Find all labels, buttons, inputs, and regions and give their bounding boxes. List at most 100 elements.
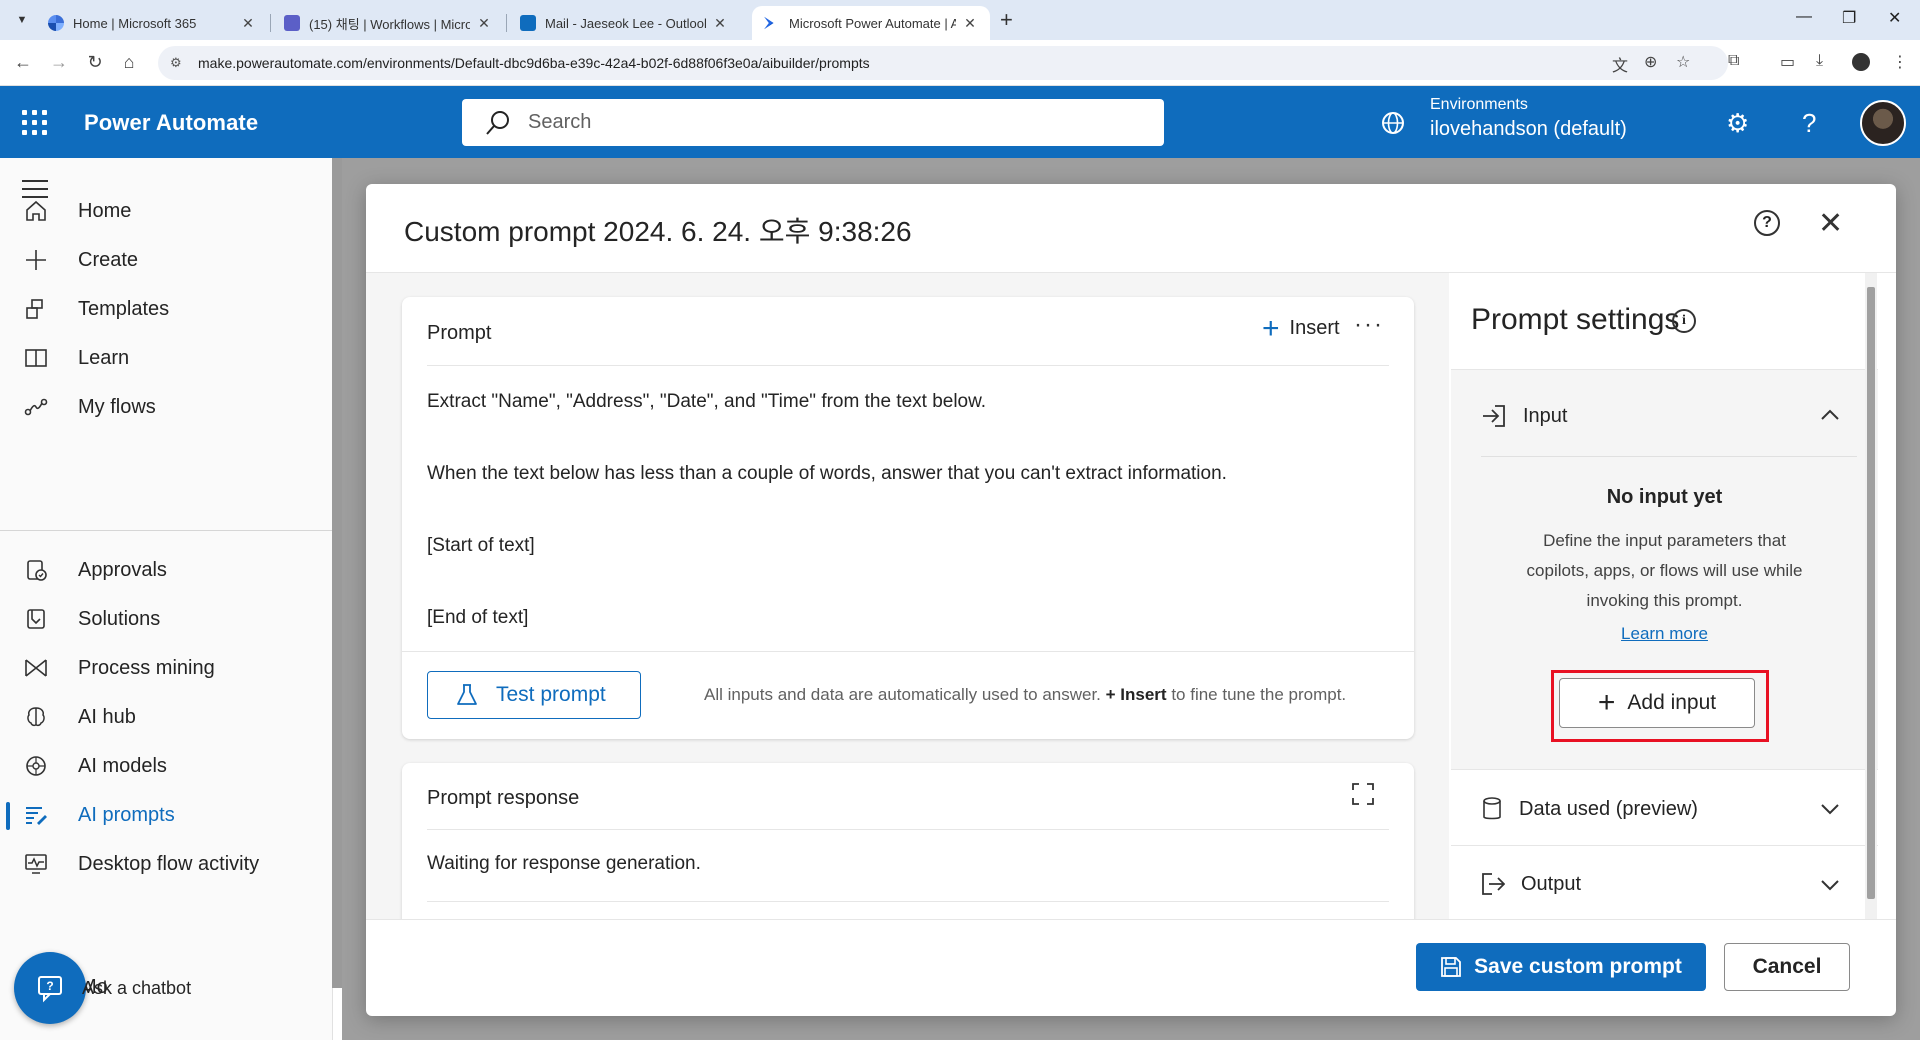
browser-tab-power-automate[interactable]: Microsoft Power Automate | A ✕ (752, 6, 990, 40)
nav-item-ai-hub[interactable]: AI hub (0, 694, 333, 740)
nav-scrollbar[interactable] (332, 158, 342, 988)
plus-icon: + (1597, 686, 1616, 719)
output-header[interactable]: Output (1481, 872, 1581, 896)
nav-item-home[interactable]: Home (0, 188, 333, 234)
tab-close-icon[interactable]: ✕ (962, 15, 978, 32)
save-label: Save custom prompt (1474, 955, 1682, 978)
new-tab-button[interactable]: + (1000, 7, 1013, 33)
chevron-down-icon[interactable] (1819, 874, 1841, 896)
nav-item-approvals[interactable]: Approvals (0, 547, 333, 593)
reload-icon[interactable]: ↻ (84, 52, 106, 73)
app-launcher-icon[interactable] (22, 110, 48, 136)
process-mining-icon (22, 654, 50, 682)
chatbot-label[interactable]: Ask a chatbot (82, 978, 191, 999)
bookmark-star-icon[interactable]: ☆ (1676, 52, 1690, 72)
no-input-description: Define the input parameters that copilot… (1526, 531, 1803, 610)
prompt-text-line[interactable]: [Start of text] (427, 535, 535, 557)
outlook-favicon-icon (520, 15, 536, 31)
response-text: Waiting for response generation. (427, 853, 701, 874)
divider (402, 651, 1414, 652)
translate-icon[interactable]: 文 (1612, 52, 1628, 76)
more-options-icon[interactable]: ··· (1354, 311, 1384, 339)
settings-scrollbar[interactable] (1865, 273, 1877, 919)
tab-title: Mail - Jaeseok Lee - Outlook (545, 15, 706, 31)
url-text: make.powerautomate.com/environments/Defa… (198, 55, 870, 71)
prompt-text-line[interactable]: Extract "Name", "Address", "Date", and "… (427, 391, 986, 413)
nav-label: AI hub (78, 705, 136, 728)
microsoft365-favicon-icon (48, 15, 64, 31)
output-label: Output (1521, 872, 1582, 895)
profile-avatar[interactable] (1852, 53, 1870, 71)
info-icon[interactable]: i (1672, 309, 1696, 333)
globe-icon (1382, 112, 1404, 134)
nav-item-ai-models[interactable]: AI models (0, 743, 333, 789)
browser-tab-teams[interactable]: (15) 채팅 | Workflows | Micros ✕ (272, 6, 504, 40)
prompt-text-line[interactable]: [End of text] (427, 607, 528, 629)
desktop-activity-icon (22, 850, 50, 878)
nav-item-ai-prompts[interactable]: AI prompts (0, 792, 333, 838)
site-info-icon[interactable]: ⚙ (170, 55, 186, 71)
settings-title: Prompt settings (1471, 303, 1680, 336)
zoom-icon[interactable]: ⊕ (1644, 52, 1657, 72)
nav-item-solutions[interactable]: Solutions (0, 596, 333, 642)
expand-icon[interactable] (1352, 783, 1374, 805)
settings-gear-icon[interactable]: ⚙ (1726, 108, 1749, 139)
ai-prompts-icon (22, 801, 50, 829)
nav-label: Create (78, 248, 139, 271)
window-close-icon[interactable]: ✕ (1888, 8, 1901, 28)
browser-tab-microsoft365[interactable]: Home | Microsoft 365 ✕ (36, 6, 268, 40)
extensions-icon[interactable]: ⧉ (1728, 52, 1739, 70)
url-field[interactable]: ⚙ make.powerautomate.com/environments/De… (158, 46, 1728, 80)
forward-icon[interactable]: → (48, 52, 70, 73)
approvals-icon (22, 556, 50, 584)
test-prompt-button[interactable]: Test prompt (427, 671, 641, 719)
chatbot-button[interactable]: ? (14, 952, 86, 1024)
browser-tab-outlook[interactable]: Mail - Jaeseok Lee - Outlook ✕ (508, 6, 740, 40)
nav-item-templates[interactable]: Templates (0, 286, 333, 332)
power-automate-favicon-icon (764, 16, 774, 30)
search-input[interactable] (528, 111, 1128, 134)
global-search[interactable] (462, 99, 1164, 146)
tab-close-icon[interactable]: ✕ (476, 15, 492, 32)
cancel-button[interactable]: Cancel (1724, 943, 1850, 991)
user-avatar[interactable] (1860, 100, 1906, 146)
nav-item-desktop-flow-activity[interactable]: Desktop flow activity (0, 841, 333, 887)
app-name[interactable]: Power Automate (84, 110, 258, 136)
add-input-button[interactable]: + Add input (1559, 678, 1755, 728)
teams-favicon-icon (284, 15, 300, 31)
output-section: Output (1451, 845, 1878, 919)
prompt-text-line[interactable]: When the text below has less than a coup… (427, 463, 1227, 485)
cast-icon[interactable]: ▭ (1780, 52, 1795, 72)
data-used-header[interactable]: Data used (preview) (1481, 796, 1698, 822)
nav-item-learn[interactable]: Learn (0, 335, 333, 381)
chevron-up-icon[interactable] (1819, 404, 1841, 426)
environment-label: Environments (1430, 96, 1528, 113)
divider (366, 919, 1896, 920)
download-icon[interactable]: ⤓ (1816, 52, 1823, 70)
input-section-header[interactable]: Input (1481, 404, 1567, 428)
nav-item-my-flows[interactable]: My flows (0, 384, 333, 430)
save-custom-prompt-button[interactable]: Save custom prompt (1416, 943, 1706, 991)
back-icon[interactable]: ← (12, 52, 34, 73)
plus-icon (22, 246, 50, 274)
home-icon[interactable]: ⌂ (118, 52, 140, 73)
tab-search-button[interactable]: ▼ (10, 8, 34, 32)
home-icon (22, 197, 50, 225)
chevron-down-icon[interactable] (1819, 798, 1841, 820)
close-icon[interactable]: ✕ (1818, 206, 1843, 241)
restore-icon[interactable]: ❐ (1842, 8, 1856, 28)
minimize-icon[interactable]: — (1796, 8, 1812, 26)
learn-more-link[interactable]: Learn more (1451, 624, 1878, 644)
nav-item-process-mining[interactable]: Process mining (0, 645, 333, 691)
chatbot-icon: ? (38, 976, 62, 1003)
browser-menu-icon[interactable]: ⋮ (1892, 52, 1908, 72)
nav-item-create[interactable]: Create (0, 237, 333, 283)
hint-insert-bold: + Insert (1105, 685, 1167, 704)
environment-name: ilovehandson (default) (1430, 118, 1627, 140)
help-icon[interactable]: ? (1802, 108, 1816, 139)
settings-scrollbar-thumb[interactable] (1867, 287, 1875, 899)
tab-close-icon[interactable]: ✕ (712, 15, 728, 32)
tab-close-icon[interactable]: ✕ (240, 15, 256, 32)
insert-button[interactable]: + Insert (1262, 313, 1340, 343)
help-circle-icon[interactable]: ? (1754, 210, 1780, 236)
